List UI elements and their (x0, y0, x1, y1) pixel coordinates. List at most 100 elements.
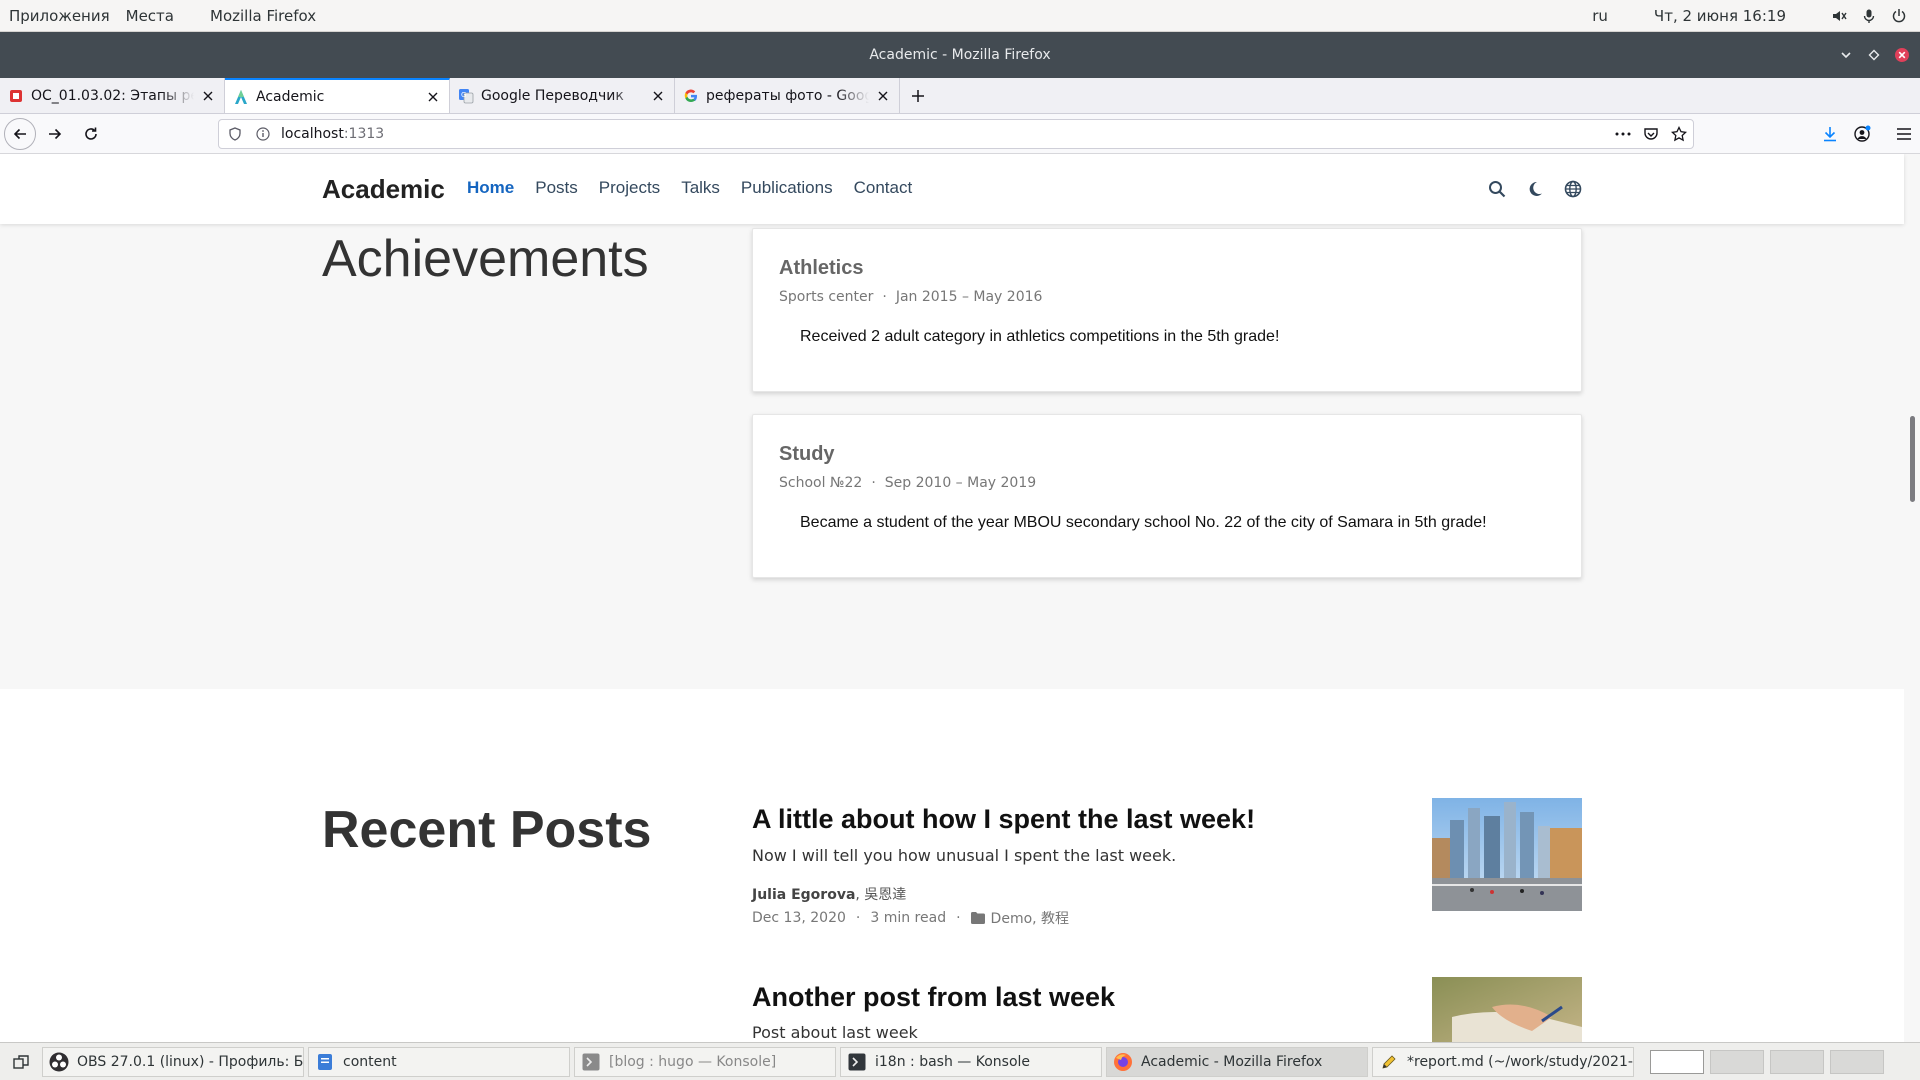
achievement-title: Athletics (779, 257, 864, 279)
site-brand[interactable]: Academic (322, 174, 445, 205)
taskbar-obs[interactable]: OBS 27.0.1 (linux) - Профиль: Без... (42, 1046, 304, 1077)
taskbar-content[interactable]: content (308, 1046, 570, 1077)
post-title-link[interactable]: A little about how I spent the last week… (752, 804, 1255, 835)
maximize-button[interactable] (1860, 32, 1888, 78)
google-translate-icon: G (458, 88, 474, 104)
achievement-dates: Jan 2015 – May 2016 (895, 289, 1043, 305)
hamburger-menu-icon[interactable] (1888, 114, 1920, 154)
window-titlebar[interactable]: Academic - Mozilla Firefox (0, 32, 1920, 78)
taskbar-label: [blog : hugo — Konsole] (609, 1053, 777, 1070)
achievement-description: Received 2 adult category in athletics c… (800, 328, 1280, 345)
tab-google-search[interactable]: рефераты фото - Google П (675, 78, 900, 113)
post-read-time: 3 min read (870, 910, 947, 926)
taskbar-firefox[interactable]: Academic - Mozilla Firefox (1106, 1046, 1368, 1077)
account-icon[interactable] (1846, 114, 1878, 154)
site-navbar: Academic Home Posts Projects Talks Publi… (0, 154, 1904, 224)
achievement-org: Sports center (779, 289, 874, 305)
bookmark-star-icon[interactable] (1665, 126, 1693, 142)
taskbar: OBS 27.0.1 (linux) - Профиль: Без... con… (0, 1042, 1920, 1080)
workspace-1[interactable] (1650, 1049, 1704, 1074)
site-info-icon[interactable] (251, 127, 275, 141)
workspace-3[interactable] (1770, 1049, 1824, 1074)
pocket-icon[interactable] (1637, 126, 1665, 142)
applications-menu[interactable]: Приложения (1, 7, 118, 25)
nav-link-publications[interactable]: Publications (741, 178, 833, 198)
page-actions-icon[interactable] (1609, 132, 1637, 136)
taskbar-label: content (343, 1053, 397, 1070)
tab-oc[interactable]: OC_01.03.02: Этапы реали (0, 78, 225, 113)
tab-title: рефераты фото - Google П (706, 87, 869, 104)
clock[interactable]: Чт, 2 июня 16:19 (1646, 7, 1794, 25)
speaker-muted-icon[interactable] (1824, 0, 1854, 32)
obs-icon (49, 1052, 69, 1072)
post-categories[interactable]: Demo, 教程 (991, 908, 1070, 928)
close-tab-icon[interactable] (873, 86, 893, 106)
post-thumbnail-city[interactable] (1432, 798, 1582, 911)
achievement-dates: Sep 2010 – May 2019 (884, 475, 1037, 491)
page-scrollbar[interactable] (1904, 154, 1920, 1042)
post-title-link[interactable]: Another post from last week (752, 982, 1115, 1013)
post-summary: Now I will tell you how unusual I spent … (752, 846, 1177, 865)
taskbar-konsole-i18n[interactable]: i18n : bash — Konsole (840, 1046, 1102, 1077)
post-thumbnail-writing[interactable] (1432, 977, 1582, 1042)
show-desktop-icon[interactable] (4, 1047, 38, 1077)
achievement-card-study: Study School №22 · Sep 2010 – May 2019 Bec… (752, 414, 1582, 578)
search-icon[interactable] (1478, 176, 1516, 202)
page-viewport[interactable]: Academic Home Posts Projects Talks Publi… (0, 154, 1920, 1042)
forward-button[interactable] (38, 117, 72, 151)
svg-text:G: G (461, 91, 466, 99)
taskbar-label: OBS 27.0.1 (linux) - Профиль: Без... (77, 1053, 304, 1070)
post-author-link[interactable]: Julia Egorova (752, 887, 855, 903)
post-coauthor[interactable]: , 吳恩達 (855, 887, 906, 903)
keyboard-layout[interactable]: ru (1584, 7, 1616, 25)
taskbar-label: Academic - Mozilla Firefox (1141, 1053, 1323, 1070)
close-window-button[interactable] (1888, 32, 1916, 78)
tab-academic[interactable]: Academic (225, 78, 450, 113)
nav-link-contact[interactable]: Contact (854, 178, 913, 198)
minimize-button[interactable] (1832, 32, 1860, 78)
downloads-icon[interactable] (1814, 114, 1846, 154)
post-meta: Dec 13, 2020 · 3 min read · Demo, 教程 (752, 908, 1070, 928)
nav-link-talks[interactable]: Talks (681, 178, 720, 198)
back-button[interactable] (4, 117, 36, 150)
tab-title: OC_01.03.02: Этапы реали (31, 87, 194, 104)
taskbar-konsole-blog[interactable]: [blog : hugo — Konsole] (574, 1046, 836, 1077)
achievement-title: Study (779, 443, 835, 465)
post-summary: Post about last week (752, 1023, 918, 1042)
tab-google-translate[interactable]: G Google Переводчик (450, 78, 675, 113)
close-tab-icon[interactable] (198, 86, 218, 106)
navigation-toolbar: localhost:1313 (0, 114, 1920, 154)
reload-button[interactable] (74, 117, 108, 151)
taskbar-report-editor[interactable]: *report.md (~/work/study/2021-2... (1372, 1046, 1634, 1077)
new-tab-button[interactable] (900, 78, 936, 113)
achievements-heading: Achievements (322, 230, 649, 288)
nav-link-projects[interactable]: Projects (599, 178, 660, 198)
tab-title: Academic (256, 88, 325, 105)
workspace-2[interactable] (1710, 1049, 1764, 1074)
tab-title: Google Переводчик (481, 87, 624, 104)
url-bar[interactable]: localhost:1313 (218, 119, 1694, 149)
url-port: :1313 (343, 126, 385, 142)
site-nav-links: Home Posts Projects Talks Publications C… (467, 178, 933, 198)
folder-icon (970, 912, 985, 924)
achievement-meta: School №22 · Sep 2010 – May 2019 (779, 475, 1037, 491)
achievement-card-athletics: Athletics Sports center · Jan 2015 – May 2… (752, 228, 1582, 392)
language-globe-icon[interactable] (1554, 176, 1592, 202)
nav-link-home[interactable]: Home (467, 178, 514, 198)
active-app-menu[interactable]: Mozilla Firefox (202, 7, 324, 25)
red-book-icon (8, 88, 24, 104)
dark-mode-moon-icon[interactable] (1516, 176, 1554, 202)
microphone-icon[interactable] (1854, 0, 1884, 32)
workspace-4[interactable] (1830, 1049, 1884, 1074)
places-menu[interactable]: Места (118, 7, 182, 25)
power-icon[interactable] (1884, 0, 1914, 32)
achievement-meta: Sports center · Jan 2015 – May 2016 (779, 289, 1043, 305)
close-tab-icon[interactable] (648, 86, 668, 106)
taskbar-label: *report.md (~/work/study/2021-2... (1407, 1053, 1634, 1070)
nav-link-posts[interactable]: Posts (535, 178, 578, 198)
scrollbar-thumb[interactable] (1910, 416, 1915, 502)
post-date: Dec 13, 2020 (752, 910, 846, 926)
achievement-org: School №22 (779, 475, 863, 491)
tracking-protection-shield-icon[interactable] (223, 127, 247, 141)
close-tab-icon[interactable] (423, 87, 443, 107)
